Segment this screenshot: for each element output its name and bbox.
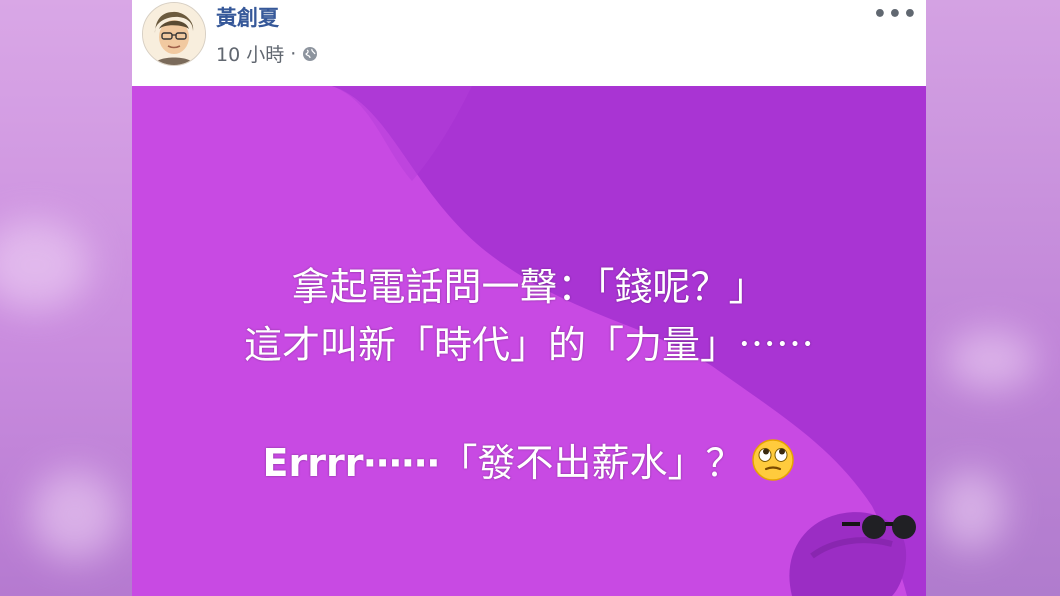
status-line-3-prefix: Errrr⋯⋯	[262, 441, 440, 485]
post-time[interactable]: 10 小時	[216, 40, 284, 67]
more-dots-icon[interactable]: •••	[873, 2, 918, 27]
status-background-card: 拿起電話問一聲：「錢呢？」 這才叫新「時代」的「力量」⋯⋯ Errrr⋯⋯「發不…	[132, 86, 926, 596]
meta-separator: ·	[290, 42, 297, 65]
facebook-post: 黃創夏 10 小時 · ••• 拿起電話問一聲：「錢呢？」 這才叫新「時代」的「…	[132, 0, 926, 596]
status-line-3: Errrr⋯⋯「發不出薪水」？	[132, 438, 926, 482]
status-line-1: 拿起電話問一聲：「錢呢？」	[291, 265, 767, 309]
face-with-rolling-eyes-icon	[752, 439, 795, 481]
globe-icon[interactable]	[302, 46, 318, 62]
post-meta: 10 小時 ·	[216, 40, 318, 67]
sunglasses-icon	[842, 515, 916, 539]
post-header: 黃創夏 10 小時 · •••	[132, 0, 926, 86]
author-name[interactable]: 黃創夏	[216, 2, 279, 32]
avatar[interactable]	[142, 2, 206, 66]
status-line-3-text: 「發不出薪水」？	[439, 441, 744, 485]
blurred-backdrop-left	[0, 0, 132, 596]
status-line-2: 這才叫新「時代」的「力量」⋯⋯	[243, 323, 814, 367]
blurred-backdrop-right	[926, 0, 1060, 596]
